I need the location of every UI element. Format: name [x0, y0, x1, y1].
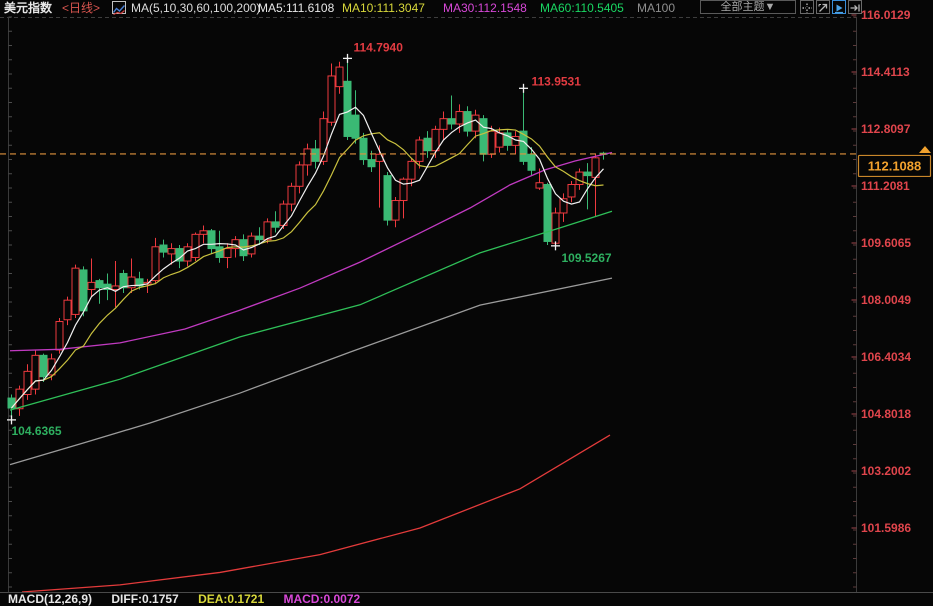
svg-text:104.6365: 104.6365: [12, 424, 62, 438]
svg-text:109.6065: 109.6065: [861, 236, 911, 250]
toolbar: 美元指数 <日线> MA(5,10,30,60,100,200) MA5:111…: [0, 0, 933, 16]
ma-line-ma30: [10, 152, 612, 350]
svg-text:114.4113: 114.4113: [861, 65, 910, 79]
page-forward-icon[interactable]: [848, 0, 862, 14]
svg-text:106.4034: 106.4034: [861, 350, 911, 364]
current-price-marker: 112.1088: [859, 146, 932, 177]
svg-text:112.8097: 112.8097: [861, 122, 911, 136]
svg-text:112.1088: 112.1088: [868, 158, 922, 173]
svg-text:114.7940: 114.7940: [354, 40, 404, 54]
svg-text:113.9531: 113.9531: [532, 74, 582, 88]
play-icon[interactable]: [832, 0, 846, 14]
annotations-layer: 114.7940 113.9531 109.5267 104.6365: [7, 40, 612, 438]
crosshair-icon[interactable]: [800, 0, 814, 14]
svg-text:103.2002: 103.2002: [861, 464, 911, 478]
ma60-value: MA60:110.5405: [540, 1, 624, 15]
sub-indicator-dea: DEA:0.1721: [198, 592, 264, 606]
svg-text:111.2081: 111.2081: [861, 179, 910, 193]
sub-indicator-header: MACD(12,26,9) DIFF:0.1757 DEA:0.1721 MAC…: [8, 593, 376, 606]
chart-app-window: { "toolbar": { "symbol": "美元指数", "period…: [0, 0, 933, 598]
ma-group-label: MA(5,10,30,60,100,200): [131, 1, 260, 15]
right-axis-labels: 116.0129114.4113112.8097111.2081109.6065…: [852, 8, 912, 535]
price-up-arrow-icon: [919, 146, 931, 153]
theme-selector-button[interactable]: 全部主题▼: [700, 0, 796, 14]
period-label[interactable]: <日线>: [62, 1, 100, 15]
candlestick-chart[interactable]: 114.7940113.9531109.5267104.6365116.0129…: [0, 0, 933, 598]
symbol-title: 美元指数: [4, 1, 52, 15]
ma-line-ma60: [10, 211, 612, 410]
sub-indicator-name: MACD(12,26,9): [8, 592, 92, 606]
region-select-icon[interactable]: [816, 0, 830, 14]
ma-line-ma200: [22, 435, 610, 592]
svg-text:109.5267: 109.5267: [562, 251, 612, 265]
ma5-value: MA5:111.6108: [258, 1, 334, 15]
mini-chart-icon[interactable]: [112, 1, 126, 14]
axis-minor-ticks: [9, 17, 857, 587]
ma30-value: MA30:112.1548: [443, 1, 527, 15]
svg-text:104.8018: 104.8018: [861, 407, 911, 421]
sub-indicator-macd: MACD:0.0072: [283, 592, 360, 606]
candles-layer: [8, 58, 607, 420]
ma100-label: MA100: [637, 1, 675, 15]
ma-lines-layer: [10, 107, 612, 592]
ma10-value: MA10:111.3047: [342, 1, 425, 15]
ma-line-ma100: [10, 278, 612, 464]
svg-text:108.0049: 108.0049: [861, 293, 911, 307]
svg-text:101.5986: 101.5986: [861, 521, 911, 535]
sub-indicator-diff: DIFF:0.1757: [111, 592, 178, 606]
